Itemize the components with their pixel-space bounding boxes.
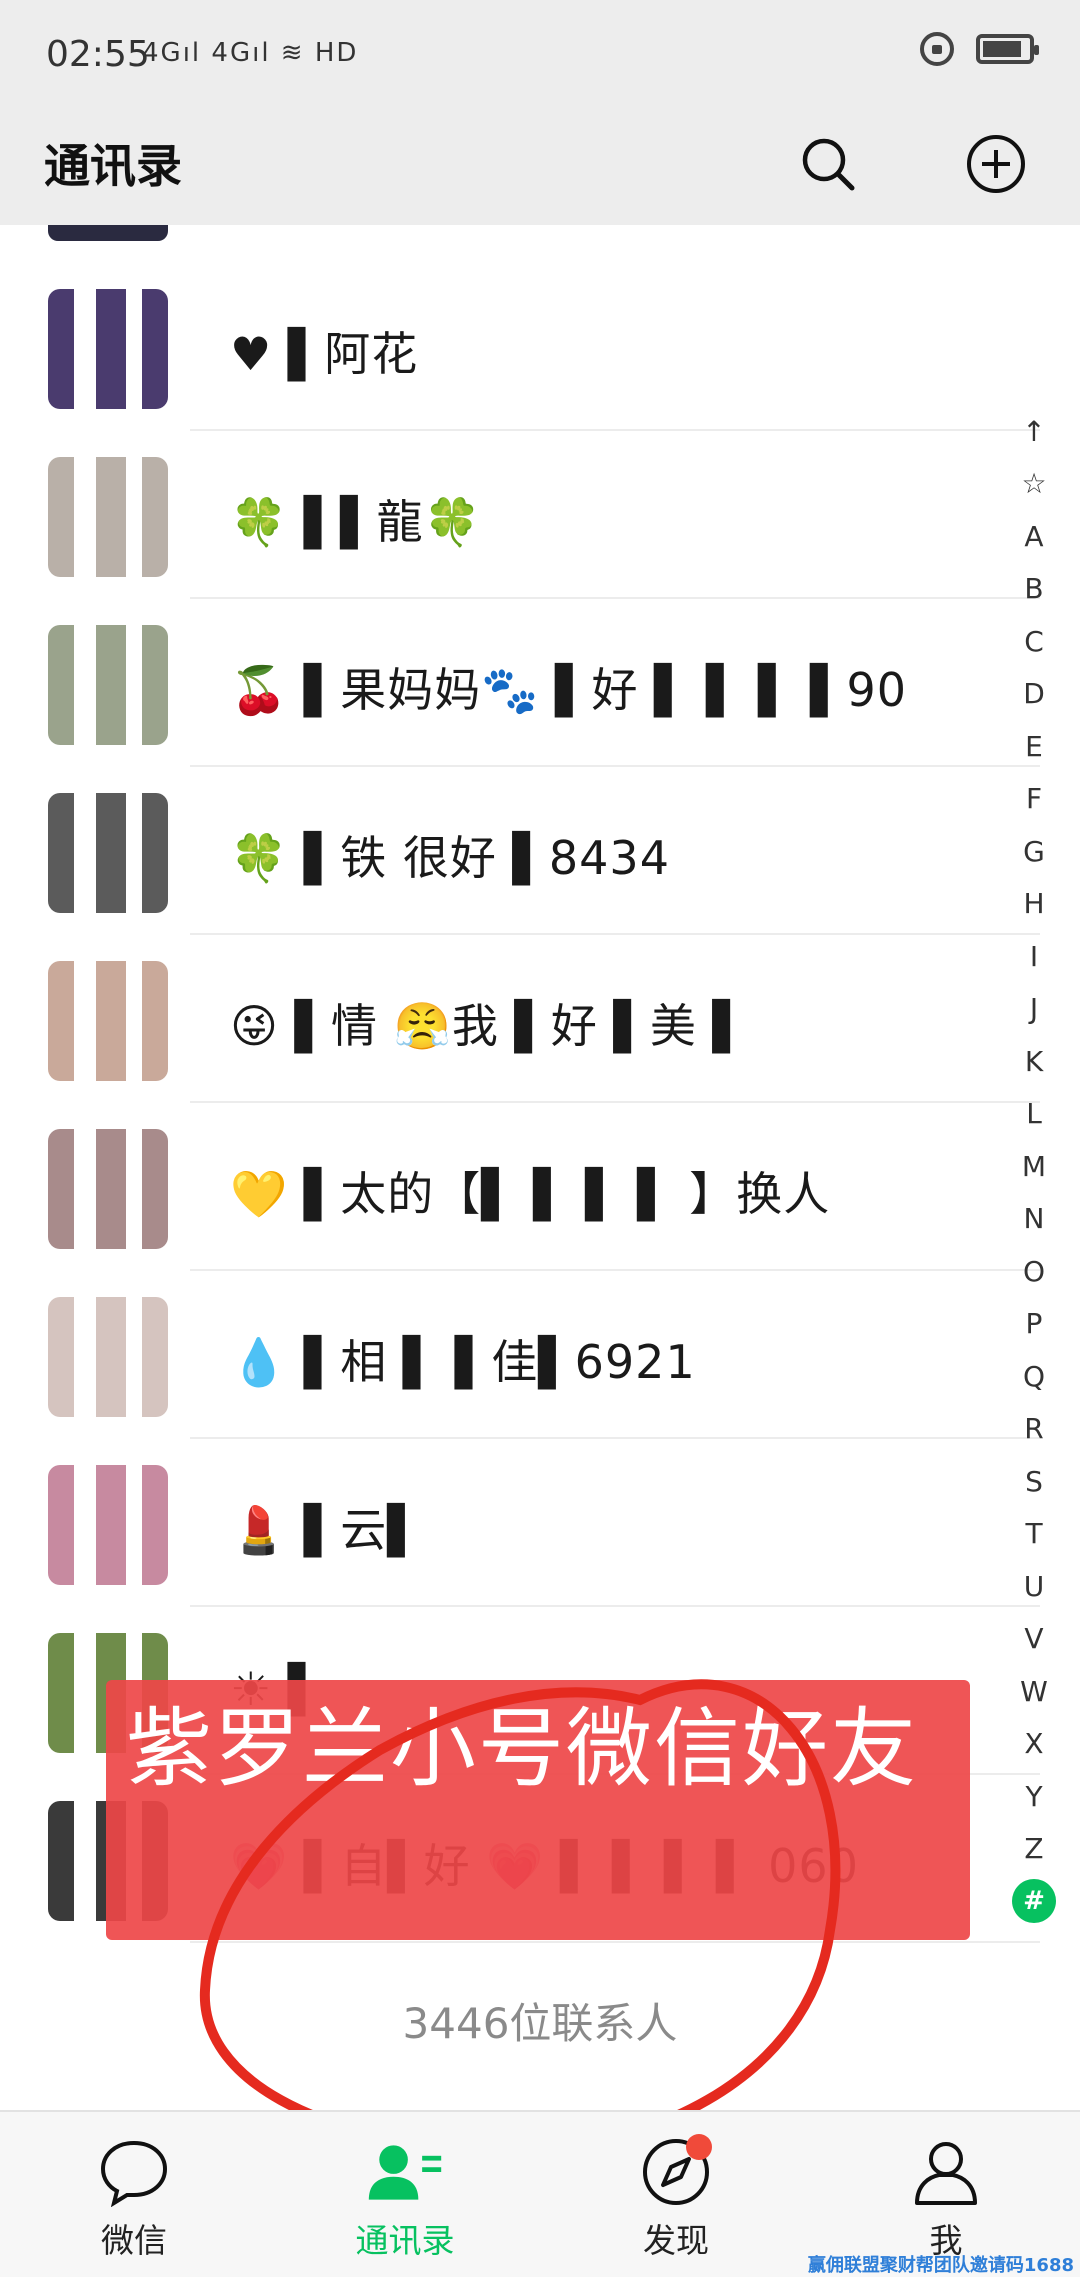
contacts-icon [368, 2145, 442, 2200]
annotation-text: 紫罗兰小号微信好友 [126, 1699, 918, 1799]
avatar [48, 793, 168, 913]
index-letter[interactable]: ☆ [1004, 458, 1064, 511]
index-letter[interactable]: D [1004, 668, 1064, 721]
avatar [48, 289, 168, 409]
add-button[interactable] [956, 124, 1036, 204]
index-letter[interactable]: M [1004, 1140, 1064, 1193]
lock-rotation-icon [920, 32, 954, 66]
contact-name: 💧 ▌相 ▌ ▌佳▌6921 [230, 1335, 696, 1389]
search-button[interactable] [788, 124, 868, 204]
index-letter[interactable]: O [1004, 1245, 1064, 1298]
status-bar: 02:55 4Gıl 4Gıl ≋ HD [0, 0, 1080, 110]
index-letter[interactable]: V [1004, 1613, 1064, 1666]
contact-name: 🍒 ▌果妈妈🐾 ▌好 ▌ ▌ ▌ ▌90 [230, 663, 908, 717]
app-header: 通讯录 [0, 110, 1080, 225]
avatar [48, 457, 168, 577]
avatar [48, 1297, 168, 1417]
annotation-label: 紫罗兰小号微信好友 [106, 1680, 970, 1940]
index-letter[interactable]: W [1004, 1665, 1064, 1718]
tab-contacts[interactable]: 通讯录 [305, 2132, 505, 2272]
index-letter[interactable]: R [1004, 1403, 1064, 1456]
contact-name: 💛 ▌太的【▌ ▌ ▌ ▌ 】换人 [230, 1167, 831, 1221]
index-letter[interactable]: Z [1004, 1823, 1064, 1876]
notification-dot [686, 2134, 712, 2160]
battery-icon [976, 34, 1039, 64]
contact-row[interactable]: 💛 ▌太的【▌ ▌ ▌ ▌ 】换人 [0, 1103, 1080, 1271]
index-letter[interactable]: # [1012, 1879, 1056, 1923]
avatar [48, 961, 168, 1081]
person-icon [915, 2142, 977, 2205]
index-letter[interactable]: X [1004, 1718, 1064, 1771]
index-letter[interactable]: B [1004, 563, 1064, 616]
watermark: 赢佣联盟聚财帮团队邀请码1688 [807, 2255, 1074, 2276]
contact-row[interactable]: 💧 ▌相 ▌ ▌佳▌6921 [0, 1271, 1080, 1439]
tab-wechat[interactable]: 微信 [34, 2132, 234, 2272]
index-letter[interactable]: L [1004, 1088, 1064, 1141]
contact-row[interactable]: 🍀 ▌▌龍🍀 [0, 431, 1080, 599]
tab-label: 通讯录 [355, 2221, 455, 2260]
contact-row[interactable]: 🍀 ▌铁 很好 ▌8434 [0, 767, 1080, 935]
index-letter[interactable]: Y [1004, 1770, 1064, 1823]
row-divider [190, 1941, 1040, 1943]
search-icon [802, 138, 855, 191]
index-letter[interactable]: ↑ [1004, 405, 1064, 458]
avatar [48, 1129, 168, 1249]
contact-row[interactable]: 😜 ▌情 😤我 ▌好 ▌美 ▌ [0, 935, 1080, 1103]
alphabet-index[interactable]: ↑ ☆ A B C D E F G H I J K L M N O P Q R S T U V W X Y Z # [998, 405, 1070, 1923]
tab-discover[interactable]: 发现 [576, 2132, 776, 2272]
contact-name: 💄 ▌云▌ [230, 1503, 424, 1557]
index-letter[interactable]: K [1004, 1035, 1064, 1088]
tab-label: 发现 [643, 2221, 709, 2260]
contact-name: 🍀 ▌铁 很好 ▌8434 [230, 831, 670, 885]
avatar [48, 625, 168, 745]
signal-indicators: 4Gıl 4Gıl ≋ HD [142, 38, 359, 68]
index-letter[interactable]: E [1004, 720, 1064, 773]
avatar [48, 1465, 168, 1585]
index-letter[interactable]: G [1004, 825, 1064, 878]
index-letter[interactable]: C [1004, 615, 1064, 668]
contact-count: 3446位联系人 [402, 1999, 678, 2048]
index-letter[interactable]: N [1004, 1193, 1064, 1246]
contact-name: ♥ ▌阿花 [230, 327, 419, 381]
status-right [920, 32, 1039, 66]
tab-label: 微信 [101, 2221, 167, 2260]
contact-name: 😜 ▌情 😤我 ▌好 ▌美 ▌ [230, 999, 749, 1053]
index-letter[interactable]: S [1004, 1455, 1064, 1508]
index-letter[interactable]: P [1004, 1298, 1064, 1351]
plus-circle-icon [967, 135, 1025, 193]
contact-row[interactable]: 🍒 ▌果妈妈🐾 ▌好 ▌ ▌ ▌ ▌90 [0, 599, 1080, 767]
index-letter[interactable]: U [1004, 1560, 1064, 1613]
index-letter[interactable]: F [1004, 773, 1064, 826]
status-time: 02:55 [46, 34, 150, 75]
contact-row[interactable]: ♥ ▌阿花 [0, 263, 1080, 431]
index-letter[interactable]: J [1004, 983, 1064, 1036]
chat-bubble-icon [100, 2140, 168, 2207]
contact-row[interactable]: 💄 ▌云▌ [0, 1439, 1080, 1607]
index-letter[interactable]: A [1004, 510, 1064, 563]
index-letter[interactable]: H [1004, 878, 1064, 931]
avatar-partial [48, 225, 168, 241]
index-letter[interactable]: Q [1004, 1350, 1064, 1403]
page-title: 通讯录 [44, 139, 182, 193]
index-letter[interactable]: I [1004, 930, 1064, 983]
contact-name: 🍀 ▌▌龍🍀 [230, 495, 482, 549]
index-letter[interactable]: T [1004, 1508, 1064, 1561]
